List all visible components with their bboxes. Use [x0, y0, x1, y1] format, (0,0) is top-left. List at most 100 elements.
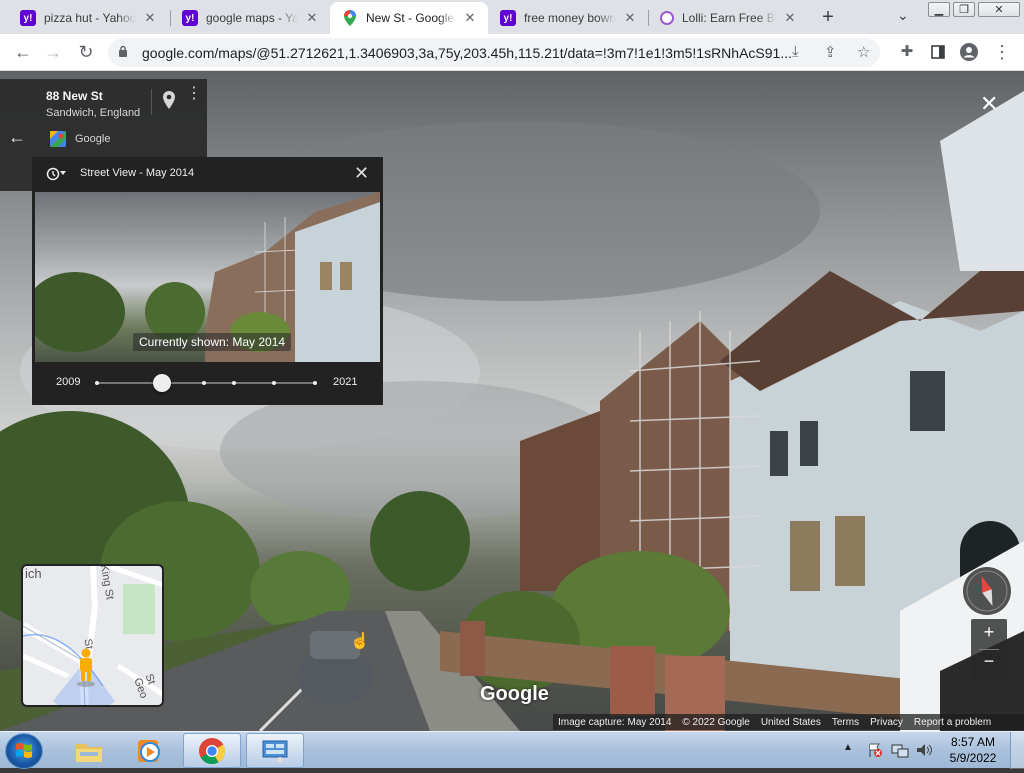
- tab-title: google maps - Yahoo: [206, 11, 298, 25]
- back-icon[interactable]: ←: [12, 42, 34, 62]
- google-maps-logo-icon: [50, 131, 66, 147]
- extensions-puzzle-icon[interactable]: ✚: [896, 42, 918, 62]
- start-button[interactable]: [6, 734, 42, 768]
- tab-free-money[interactable]: y! free money bowndy ✕: [488, 2, 648, 34]
- location-pin-icon[interactable]: [162, 91, 176, 109]
- tab-title: free money bowndy: [524, 11, 616, 25]
- hand-cursor-icon: ☝: [350, 633, 370, 650]
- close-tab-icon[interactable]: ✕: [622, 10, 638, 26]
- close-time-machine-icon[interactable]: ✕: [354, 163, 369, 184]
- windows-logo-icon: [16, 743, 32, 758]
- lolli-icon: [660, 11, 674, 25]
- timeline-stop-dot[interactable]: [95, 381, 99, 385]
- country-link[interactable]: United States: [761, 717, 821, 728]
- terms-link[interactable]: Terms: [832, 717, 859, 728]
- timeline-stop-dot[interactable]: [201, 381, 206, 385]
- location-subtitle: Sandwich, England: [46, 107, 141, 119]
- chrome-icon: [199, 737, 226, 764]
- timeline-stop-dot[interactable]: [232, 381, 237, 385]
- tab-title: New St - Google Maps: [366, 11, 456, 25]
- folder-icon: [76, 743, 102, 762]
- compass-needle-icon: [966, 570, 1008, 612]
- tab-search-chevron-icon[interactable]: ⌄: [897, 7, 909, 24]
- volume-icon[interactable]: [915, 742, 933, 758]
- bookmark-star-icon[interactable]: ☆: [857, 43, 870, 61]
- close-street-view-icon[interactable]: ✕: [980, 91, 998, 117]
- network-icon[interactable]: [891, 742, 909, 758]
- google-watermark: Google: [480, 683, 549, 705]
- show-hidden-icons-chevron-icon[interactable]: ▲: [843, 742, 853, 753]
- clock-time[interactable]: 8:57 AM: [948, 735, 998, 749]
- minimap-label: ich: [25, 566, 42, 581]
- more-options-icon[interactable]: ⋮: [186, 86, 202, 102]
- street-view-time-machine: Street View - May 2014 ✕ Currently shown…: [32, 157, 383, 405]
- close-tab-icon[interactable]: ✕: [782, 10, 798, 26]
- timeline-stop-dot[interactable]: [271, 381, 276, 385]
- zoom-out-button[interactable]: −: [971, 651, 1007, 672]
- windows-taskbar: ▲ 8:57 AM 5/9/2022: [0, 731, 1024, 769]
- end-year-label: 2021: [333, 376, 358, 388]
- zoom-in-button[interactable]: +: [971, 622, 1007, 643]
- yahoo-icon: y!: [20, 10, 36, 26]
- time-machine-header: Street View - May 2014 ✕: [32, 157, 383, 191]
- lock-icon[interactable]: [118, 45, 128, 57]
- chrome-taskbar-button[interactable]: [183, 733, 241, 768]
- pegman-icon[interactable]: [75, 648, 97, 688]
- compass-control[interactable]: [963, 567, 1011, 615]
- privacy-link[interactable]: Privacy: [870, 717, 903, 728]
- timeline-stop-dot[interactable]: [313, 381, 317, 385]
- close-window-button[interactable]: ✕: [978, 2, 1020, 17]
- install-app-icon[interactable]: ⤓: [792, 43, 799, 60]
- tab-google-maps-search[interactable]: y! google maps - Yahoo ✕: [170, 2, 330, 34]
- yahoo-icon: y!: [182, 10, 198, 26]
- forward-icon[interactable]: →: [42, 42, 64, 62]
- yahoo-icon: y!: [500, 10, 516, 26]
- tab-strip: y! pizza hut - Yahoo ✕ y! google maps - …: [0, 0, 1024, 34]
- new-tab-button[interactable]: +: [817, 6, 839, 29]
- media-player-icon: [138, 739, 160, 762]
- tab-lolli[interactable]: Lolli: Earn Free Bitcoin ✕: [648, 2, 808, 34]
- current-date-caption: Currently shown: May 2014: [133, 333, 292, 351]
- start-year-label: 2009: [56, 376, 81, 388]
- source-name: Google: [75, 133, 111, 145]
- reload-icon[interactable]: ↻: [75, 42, 97, 62]
- browser-menu-kebab-icon[interactable]: ⋮: [991, 42, 1013, 62]
- media-player-taskbar-button[interactable]: [120, 733, 178, 768]
- control-panel-icon: [262, 740, 288, 763]
- time-machine-label: Street View - May 2014: [80, 167, 195, 179]
- report-problem-link[interactable]: Report a problem: [914, 717, 991, 728]
- back-arrow-icon[interactable]: ←: [8, 127, 26, 148]
- share-icon[interactable]: ⇪: [824, 43, 837, 61]
- file-explorer-taskbar-button[interactable]: [60, 733, 118, 768]
- close-tab-icon[interactable]: ✕: [142, 10, 158, 26]
- address-bar[interactable]: google.com/maps/@51.2712621,1.3406903,3a…: [108, 38, 880, 67]
- profile-avatar-icon[interactable]: [958, 42, 980, 65]
- browser-toolbar: ← → ↻ google.com/maps/@51.2712621,1.3406…: [0, 34, 1024, 71]
- zoom-control: + −: [971, 619, 1007, 679]
- close-tab-icon[interactable]: ✕: [304, 10, 320, 26]
- action-center-flag-icon[interactable]: [867, 742, 883, 758]
- map-footer: Image capture: May 2014 © 2022 Google Un…: [553, 714, 1024, 730]
- tab-title: Lolli: Earn Free Bitcoin: [682, 11, 776, 25]
- minimize-button[interactable]: ▁: [928, 2, 950, 17]
- close-tab-icon[interactable]: ✕: [462, 10, 478, 26]
- timeline-slider[interactable]: 2009 2021: [32, 367, 383, 405]
- clock-date[interactable]: 5/9/2022: [944, 751, 1002, 765]
- timeline-slider-knob[interactable]: [153, 374, 172, 392]
- google-maps-icon: [342, 10, 358, 26]
- history-clock-icon[interactable]: [46, 167, 68, 181]
- restore-button[interactable]: ❐: [953, 2, 975, 17]
- tab-pizza-hut[interactable]: y! pizza hut - Yahoo ✕: [8, 2, 168, 34]
- slider-track[interactable]: [97, 382, 315, 384]
- show-desktop-button[interactable]: [1010, 732, 1024, 769]
- side-panel-icon[interactable]: [927, 42, 949, 63]
- copyright-text: © 2022 Google: [682, 716, 750, 728]
- tab-title: pizza hut - Yahoo: [44, 11, 136, 25]
- image-capture-date: Image capture: May 2014: [558, 716, 672, 728]
- minimap[interactable]: ich King St St St Geo: [21, 564, 164, 707]
- time-machine-preview[interactable]: Currently shown: May 2014: [35, 192, 380, 362]
- location-title: 88 New St: [46, 89, 103, 103]
- remote-desktop-taskbar-button[interactable]: [246, 733, 304, 768]
- url-text[interactable]: google.com/maps/@51.2712621,1.3406903,3a…: [142, 45, 792, 61]
- tab-new-st-google-maps[interactable]: New St - Google Maps ✕: [330, 2, 488, 34]
